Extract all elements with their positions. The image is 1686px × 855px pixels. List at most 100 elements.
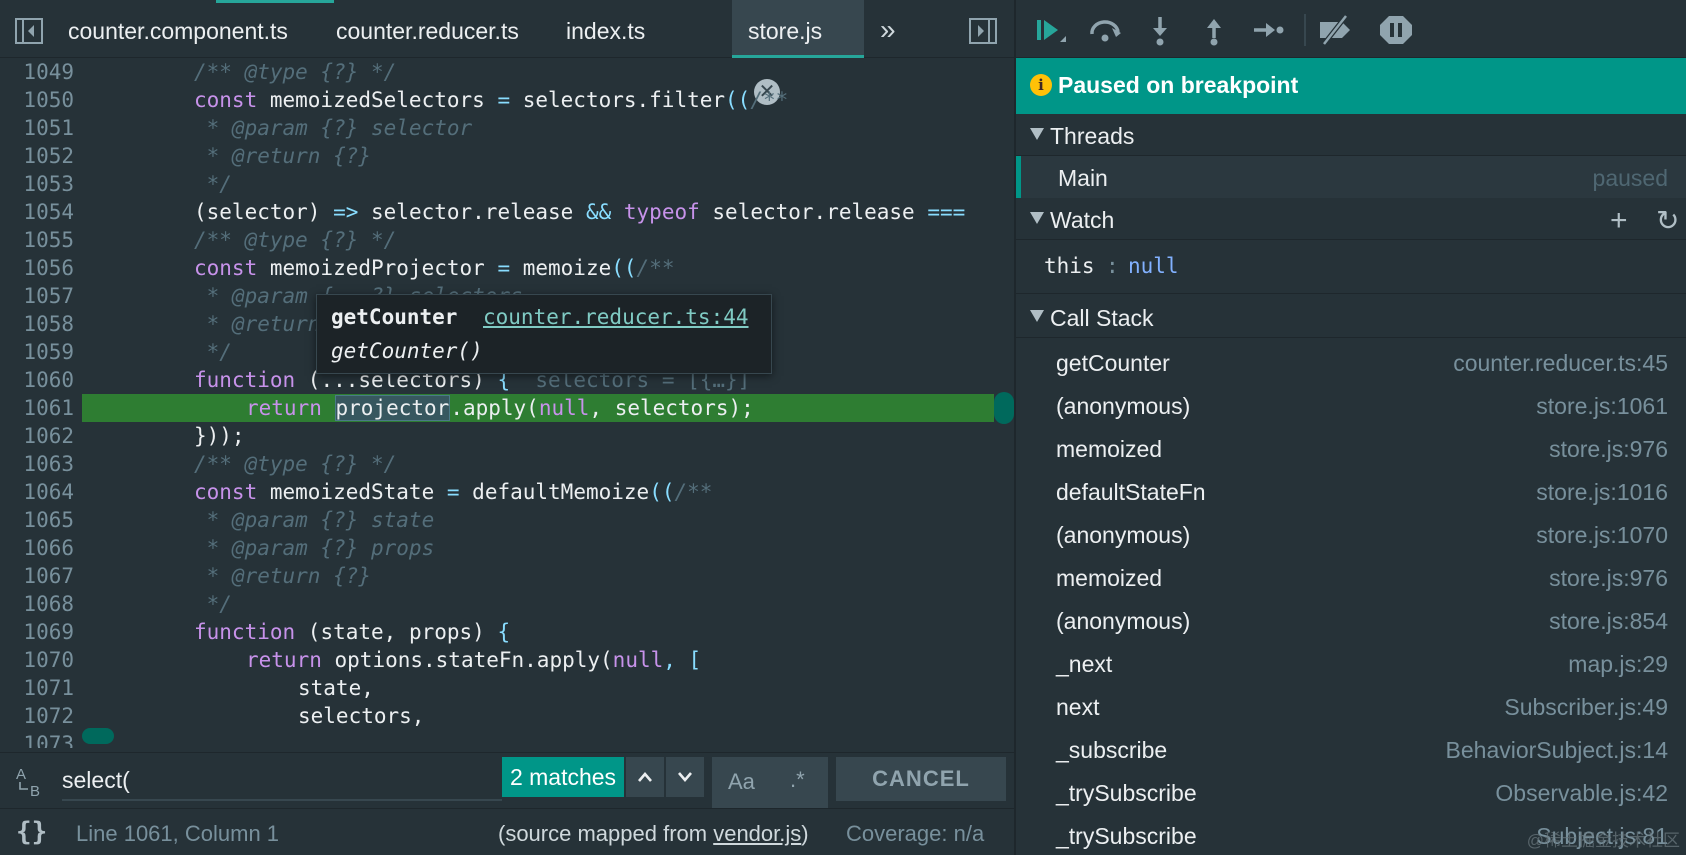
next-match-button[interactable] [666, 757, 704, 797]
watch-expression[interactable]: this : null [1016, 240, 1686, 294]
resume-icon[interactable] [1034, 14, 1070, 46]
step-into-icon[interactable] [1142, 14, 1178, 46]
line-number[interactable]: 1051 [0, 114, 74, 142]
toggle-debugger-icon[interactable] [968, 16, 998, 46]
line-number[interactable]: 1059 [0, 338, 74, 366]
line-number[interactable]: 1073 [0, 730, 74, 748]
source-map-link[interactable]: vendor.js [713, 821, 801, 846]
line-number[interactable]: 1062 [0, 422, 74, 450]
more-tabs-icon[interactable]: » [880, 14, 896, 46]
breakpoint-marker[interactable] [994, 392, 1014, 424]
threads-header[interactable]: Threads [1016, 114, 1686, 156]
search-replace-icon: AB [14, 765, 50, 800]
line-number[interactable]: 1061 [0, 394, 74, 422]
expand-arrow-icon [1030, 310, 1044, 322]
line-number[interactable]: 1055 [0, 226, 74, 254]
code-comment: * @return {?} [194, 564, 372, 588]
toggle-navigator-icon[interactable] [14, 16, 44, 46]
pause-on-exceptions-icon[interactable] [1378, 14, 1414, 46]
refresh-icon[interactable]: ↻ [1656, 206, 1679, 236]
tab-counter-reducer[interactable]: counter.reducer.ts [320, 0, 535, 58]
code-view[interactable]: 1049 1050 1051 1052 1053 1054 1055 1056 … [0, 58, 1014, 748]
line-number[interactable]: 1065 [0, 506, 74, 534]
line-number[interactable]: 1057 [0, 282, 74, 310]
watch-header[interactable]: Watch [1016, 198, 1686, 240]
call-frame[interactable]: (anonymous) store.js:1070 [1016, 514, 1686, 554]
code-operator: === [927, 200, 966, 224]
line-number[interactable]: 1069 [0, 618, 74, 646]
call-frame[interactable]: getCounter counter.reducer.ts:45 [1016, 342, 1686, 382]
preview-location-link[interactable]: counter.reducer.ts:44 [483, 305, 749, 329]
call-frame[interactable]: next Subscriber.js:49 [1016, 686, 1686, 726]
code-token: defaultMemoize [472, 480, 650, 504]
line-number[interactable]: 1054 [0, 198, 74, 226]
code-comment: /** [750, 88, 789, 112]
frame-location: store.js:976 [1549, 436, 1668, 462]
line-number[interactable]: 1049 [0, 58, 74, 86]
search-match-marker [82, 728, 114, 744]
search-input[interactable] [62, 761, 502, 801]
line-number[interactable]: 1056 [0, 254, 74, 282]
code-comment: * @param {?} state [194, 508, 435, 532]
step-over-icon[interactable] [1088, 14, 1124, 46]
call-frame[interactable]: (anonymous) store.js:1061 [1016, 385, 1686, 425]
code-comment: */ [194, 592, 232, 616]
tab-store-js[interactable]: store.js✕ [732, 0, 864, 105]
code-operator: , [ [663, 648, 702, 672]
line-number[interactable]: 1053 [0, 170, 74, 198]
thread-name: Main [1058, 165, 1108, 191]
expand-arrow-icon [1030, 212, 1044, 224]
line-number[interactable]: 1070 [0, 646, 74, 674]
call-stack-header[interactable]: Call Stack [1016, 296, 1686, 338]
call-frame[interactable]: _subscribe BehaviorSubject.js:14 [1016, 729, 1686, 769]
tab-label: counter.component.ts [68, 18, 288, 44]
frame-location: Subscriber.js:49 [1504, 694, 1668, 720]
code-line: selectors, [298, 702, 424, 730]
watch-key: this [1044, 254, 1095, 278]
add-watch-icon[interactable]: + [1610, 206, 1628, 236]
frame-location: store.js:1070 [1536, 522, 1668, 548]
step-icon[interactable] [1250, 14, 1286, 46]
tab-index[interactable]: index.ts [550, 0, 661, 58]
line-number[interactable]: 1068 [0, 590, 74, 618]
source-map-info: (source mapped from vendor.js) [498, 821, 809, 847]
call-frame[interactable]: memoized store.js:976 [1016, 428, 1686, 468]
previous-match-button[interactable] [626, 757, 664, 797]
line-number[interactable]: 1064 [0, 478, 74, 506]
pretty-print-icon[interactable]: {} [16, 817, 47, 847]
hovered-token[interactable]: projector [334, 395, 451, 421]
line-number[interactable]: 1052 [0, 142, 74, 170]
deactivate-breakpoints-icon[interactable] [1316, 14, 1352, 46]
code-token: .apply( [450, 396, 539, 420]
paused-message: Paused on breakpoint [1058, 72, 1299, 98]
call-frame[interactable]: _trySubscribe Observable.js:42 [1016, 772, 1686, 812]
line-number[interactable]: 1067 [0, 562, 74, 590]
editor-status-bar: {} Line 1061, Column 1 (source mapped fr… [0, 808, 1014, 855]
frame-function: (anonymous) [1056, 608, 1191, 634]
regex-button[interactable]: .* [790, 767, 805, 793]
code-line: const memoizedProjector = memoize((/** [194, 254, 674, 282]
cancel-search-button[interactable]: CANCEL [836, 757, 1006, 801]
code-line: function (state, props) { [194, 618, 510, 646]
line-number[interactable]: 1071 [0, 674, 74, 702]
match-case-button[interactable]: Aa [728, 769, 755, 795]
step-out-icon[interactable] [1196, 14, 1232, 46]
call-frame[interactable]: (anonymous) store.js:854 [1016, 600, 1686, 640]
search-modifiers: Aa .* [712, 757, 828, 809]
line-number[interactable]: 1050 [0, 86, 74, 114]
line-number[interactable]: 1072 [0, 702, 74, 730]
thread-item-main[interactable]: Main paused [1016, 156, 1686, 198]
code-operator: = [497, 88, 523, 112]
call-frame[interactable]: defaultStateFn store.js:1016 [1016, 471, 1686, 511]
code-keyword: const [194, 88, 270, 112]
code-operator: && [585, 200, 624, 224]
thread-state: paused [1592, 165, 1668, 191]
line-number[interactable]: 1066 [0, 534, 74, 562]
call-frame[interactable]: _next map.js:29 [1016, 643, 1686, 683]
line-number[interactable]: 1058 [0, 310, 74, 338]
call-stack-title: Call Stack [1050, 305, 1154, 331]
tab-counter-component[interactable]: counter.component.ts [52, 0, 304, 58]
line-number[interactable]: 1063 [0, 450, 74, 478]
line-number[interactable]: 1060 [0, 366, 74, 394]
call-frame[interactable]: memoized store.js:976 [1016, 557, 1686, 597]
